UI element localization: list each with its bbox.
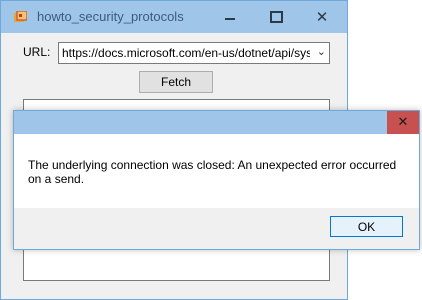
close-icon: ✕ [397,115,409,130]
url-value: https://docs.microsoft.com/en-us/dotnet/… [62,46,310,60]
window-title: howto_security_protocols [37,9,184,24]
dialog-body: The underlying connection was closed: An… [14,134,419,208]
main-titlebar[interactable]: howto_security_protocols ✕ [1,1,347,33]
close-button[interactable]: ✕ [299,1,345,33]
minimize-button[interactable] [207,1,253,33]
dialog-close-button[interactable]: ✕ [387,111,419,134]
error-message: The underlying connection was closed: An… [28,158,397,186]
chevron-down-icon[interactable]: ⌄ [317,45,326,58]
dialog-footer: OK [14,208,419,249]
app-form-icon [14,11,27,22]
fetch-button[interactable]: Fetch [139,71,213,93]
dialog-titlebar[interactable]: ✕ [14,111,419,134]
url-combobox[interactable]: https://docs.microsoft.com/en-us/dotnet/… [58,42,330,64]
url-label: URL: [23,45,51,59]
ok-button[interactable]: OK [330,216,403,237]
maximize-icon [269,11,283,23]
close-icon: ✕ [315,7,329,26]
maximize-button[interactable] [253,1,299,33]
minimize-icon [225,18,235,20]
error-dialog: ✕ The underlying connection was closed: … [13,110,420,250]
